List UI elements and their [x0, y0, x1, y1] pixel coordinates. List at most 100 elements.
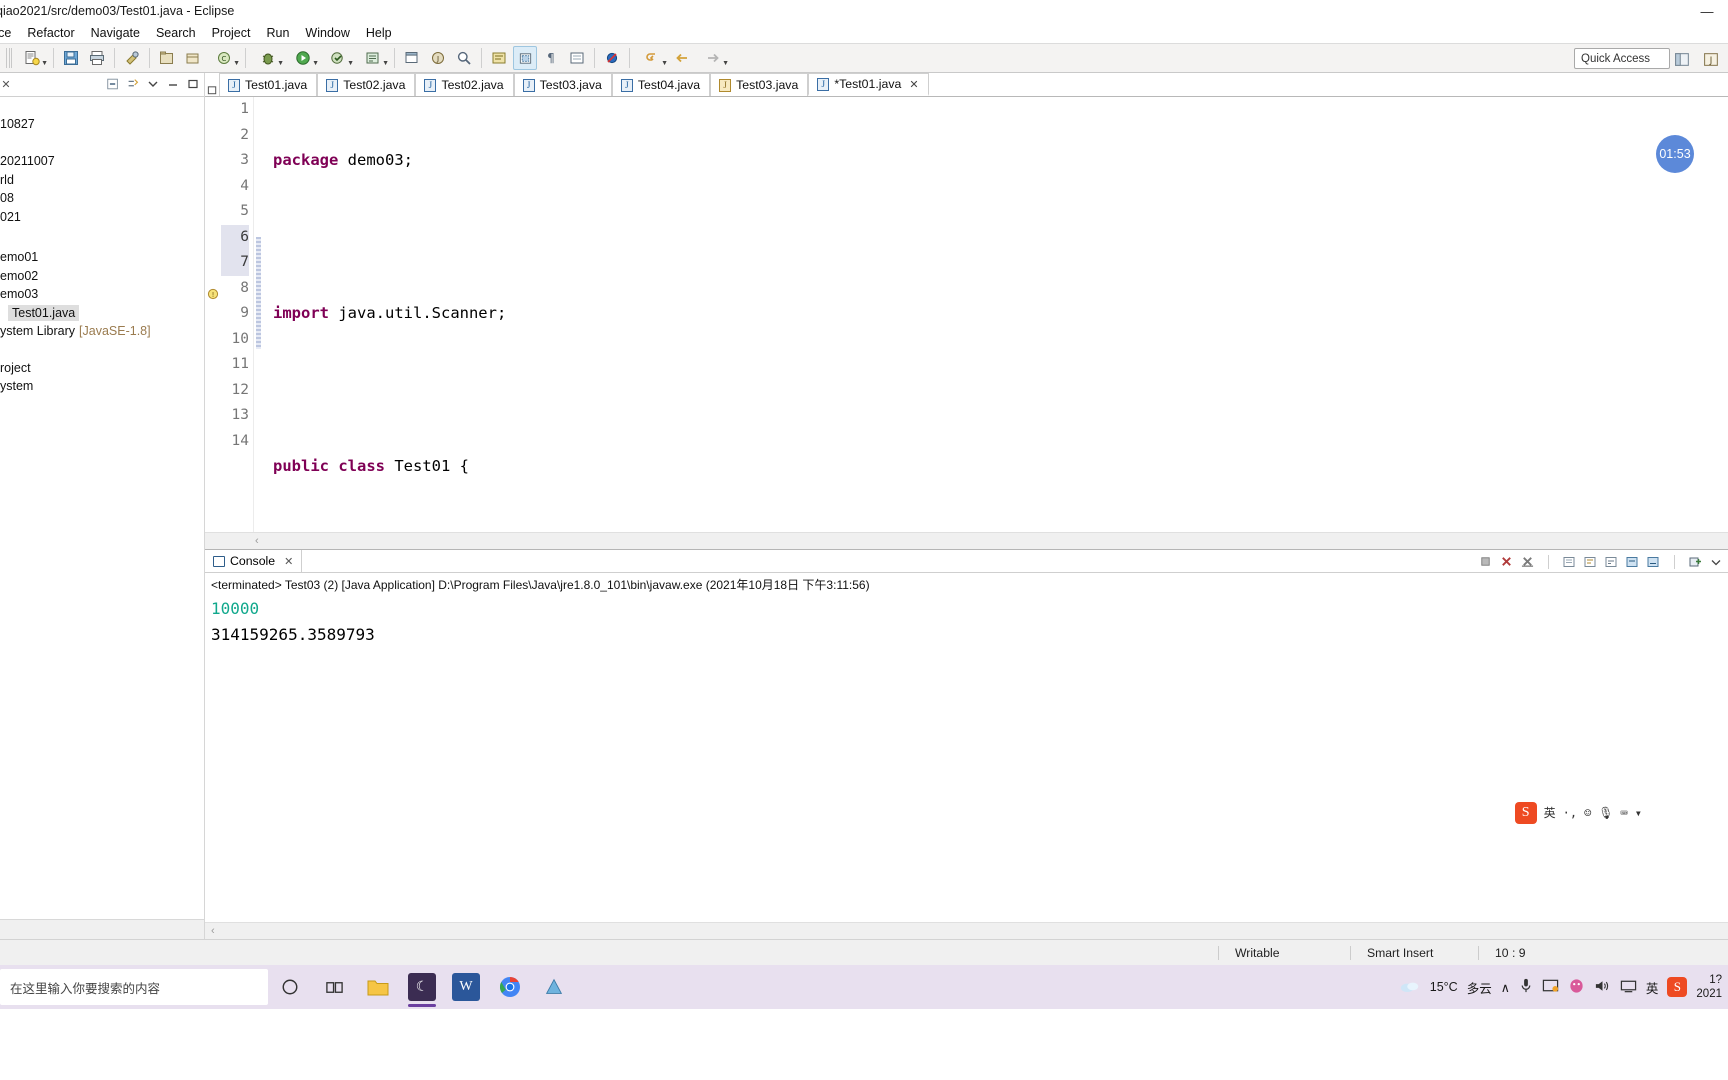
weather-temperature[interactable]: 15°C — [1430, 980, 1458, 994]
tree-item[interactable] — [0, 99, 204, 115]
editor-tab-3[interactable]: J Test03.java — [513, 73, 612, 96]
link-with-editor-icon[interactable] — [124, 75, 142, 93]
tree-item[interactable]: emo01 — [0, 248, 204, 267]
task-view-icon[interactable] — [312, 965, 356, 1009]
java-perspective-button[interactable]: J — [1699, 47, 1723, 71]
remove-launch-icon[interactable] — [1496, 552, 1516, 571]
quick-access-input[interactable]: Quick Access — [1574, 48, 1670, 69]
tree-item[interactable]: 021 — [0, 208, 204, 227]
scroll-lock-icon[interactable] — [1580, 552, 1600, 571]
new-package-button[interactable] — [181, 46, 205, 70]
tray-screen-icon[interactable] — [1542, 978, 1559, 997]
menu-run[interactable]: Run — [258, 24, 297, 42]
code-editor[interactable]: ! 1 2 3 4 5 6 7 8 ⊖ — [205, 97, 1728, 549]
view-menu-icon[interactable] — [144, 75, 162, 93]
tray-qq-icon[interactable] — [1568, 977, 1585, 997]
menu-navigate[interactable]: Navigate — [83, 24, 148, 42]
show-annotations-button[interactable] — [565, 46, 589, 70]
menu-help[interactable]: Help — [358, 24, 400, 42]
menu-source[interactable]: rce — [0, 24, 19, 42]
scroll-left-icon[interactable]: ‹ — [255, 535, 259, 547]
quickfix-marker-icon[interactable]: ! — [207, 288, 219, 300]
marker-column[interactable]: ! — [205, 97, 221, 549]
tray-sogou-icon[interactable]: S — [1667, 977, 1688, 997]
close-icon[interactable]: ✕ — [909, 78, 918, 91]
chevron-down-icon[interactable]: ▼ — [347, 60, 354, 67]
editor-tab-0[interactable]: J Test01.java — [219, 73, 318, 96]
close-icon[interactable]: ✕ — [284, 555, 293, 568]
chevron-down-icon[interactable]: ▼ — [277, 60, 284, 67]
weather-description[interactable]: 多云 — [1467, 978, 1492, 997]
toggle-block-selection-button[interactable] — [513, 46, 537, 70]
chevron-down-icon[interactable]: ▼ — [41, 60, 48, 67]
show-console-when-output-icon[interactable] — [1622, 552, 1642, 571]
editor-horizontal-scrollbar[interactable]: ‹ — [205, 532, 1728, 549]
save-button[interactable] — [59, 46, 83, 70]
close-icon[interactable]: ✕ — [1, 78, 10, 91]
external-tools-button[interactable]: ▼ — [321, 46, 354, 70]
clear-console-icon[interactable] — [1559, 552, 1579, 571]
back-button[interactable] — [670, 46, 694, 70]
ime-emoji-icon[interactable]: ☺ — [1584, 800, 1591, 826]
console-tab[interactable]: Console ✕ — [205, 550, 303, 572]
editor-vertical-scrollbar[interactable] — [1713, 121, 1728, 531]
new-class-button[interactable]: C ▼ — [207, 46, 240, 70]
console-output[interactable]: 10000 314159265.3589793 S 英 ·, ☺ 🎙 ⌨ ▾ — [205, 594, 1728, 922]
new-java-project-button[interactable] — [155, 46, 179, 70]
taskbar-app-file-explorer[interactable] — [356, 965, 400, 1009]
menu-search[interactable]: Search — [148, 24, 204, 42]
ime-keyboard-icon[interactable]: ⌨ — [1621, 800, 1628, 826]
remove-all-terminated-icon[interactable] — [1517, 552, 1537, 571]
taskbar-clock[interactable]: 1? 2021 — [1696, 973, 1722, 1001]
menu-project[interactable]: Project — [204, 24, 259, 42]
run-button[interactable]: ▼ — [286, 46, 319, 70]
tree-item-test01-java[interactable]: Test01.java — [0, 304, 204, 323]
ime-mode-label[interactable]: 英 — [1544, 800, 1556, 826]
editor-tab-2[interactable]: J Test02.java — [415, 73, 514, 96]
skip-breakpoints-button[interactable] — [600, 46, 624, 70]
menu-refactor[interactable]: Refactor — [19, 24, 82, 42]
collapse-all-icon[interactable] — [104, 75, 122, 93]
tree-item[interactable]: 10827 — [0, 115, 204, 134]
chevron-down-icon[interactable]: ▼ — [312, 60, 319, 67]
mark-occurrences-button[interactable] — [487, 46, 511, 70]
maximize-view-icon[interactable] — [184, 75, 202, 93]
minimize-view-icon[interactable] — [164, 75, 182, 93]
taskbar-search-input[interactable]: 在这里输入你要搜索的内容 — [0, 969, 268, 1005]
terminate-icon[interactable] — [1475, 552, 1495, 571]
menu-window[interactable]: Window — [297, 24, 357, 42]
editor-tab-1[interactable]: J Test02.java — [317, 73, 416, 96]
folding-column[interactable] — [253, 97, 267, 549]
cortana-icon[interactable] — [268, 965, 312, 1009]
forward-button[interactable]: ▼ — [696, 46, 729, 70]
tree-item[interactable] — [0, 134, 204, 153]
tray-ime-language-icon[interactable]: 英 — [1646, 978, 1659, 997]
tray-microphone-icon[interactable] — [1519, 977, 1533, 997]
print-button[interactable] — [85, 46, 109, 70]
chevron-down-icon[interactable]: ▼ — [661, 60, 668, 67]
package-explorer-tree[interactable]: 10827 20211007 rld 08 021 emo01 emo02 em… — [0, 99, 204, 911]
editor-tab-5[interactable]: J Test03.java — [710, 73, 809, 96]
tree-item[interactable] — [0, 226, 204, 248]
chevron-down-icon[interactable]: ▼ — [233, 60, 240, 67]
coverage-button[interactable]: ▼ — [356, 46, 389, 70]
tree-item-jre-system-library[interactable]: ystem Library [JavaSE-1.8] — [0, 322, 204, 341]
taskbar-app-eclipse[interactable]: ☾ — [400, 965, 444, 1009]
editor-tab-active-test01[interactable]: J *Test01.java ✕ — [808, 73, 929, 96]
editor-restore-icon[interactable] — [205, 85, 219, 96]
editor-tab-4[interactable]: J Test04.java — [611, 73, 711, 96]
minimize-button[interactable]: — — [1690, 0, 1724, 22]
console-horizontal-scrollbar[interactable]: ‹ — [205, 922, 1728, 939]
pin-console-icon[interactable] — [1643, 552, 1663, 571]
sogou-ime-toolbar[interactable]: S 英 ·, ☺ 🎙 ⌨ ▾ — [1514, 800, 1642, 826]
chevron-down-icon[interactable]: ▼ — [382, 60, 389, 67]
debug-button[interactable]: ▼ — [251, 46, 284, 70]
toggle-whitespace-button[interactable]: ¶ — [539, 46, 563, 70]
console-view-menu-icon[interactable] — [1706, 552, 1726, 571]
tree-item[interactable]: roject — [0, 359, 204, 378]
open-perspective-button[interactable] — [1670, 47, 1694, 71]
tree-item[interactable]: emo03 — [0, 285, 204, 304]
tree-item[interactable]: 08 — [0, 189, 204, 208]
package-explorer-hscrollbar[interactable] — [0, 919, 204, 939]
open-type-button[interactable]: J — [426, 46, 450, 70]
